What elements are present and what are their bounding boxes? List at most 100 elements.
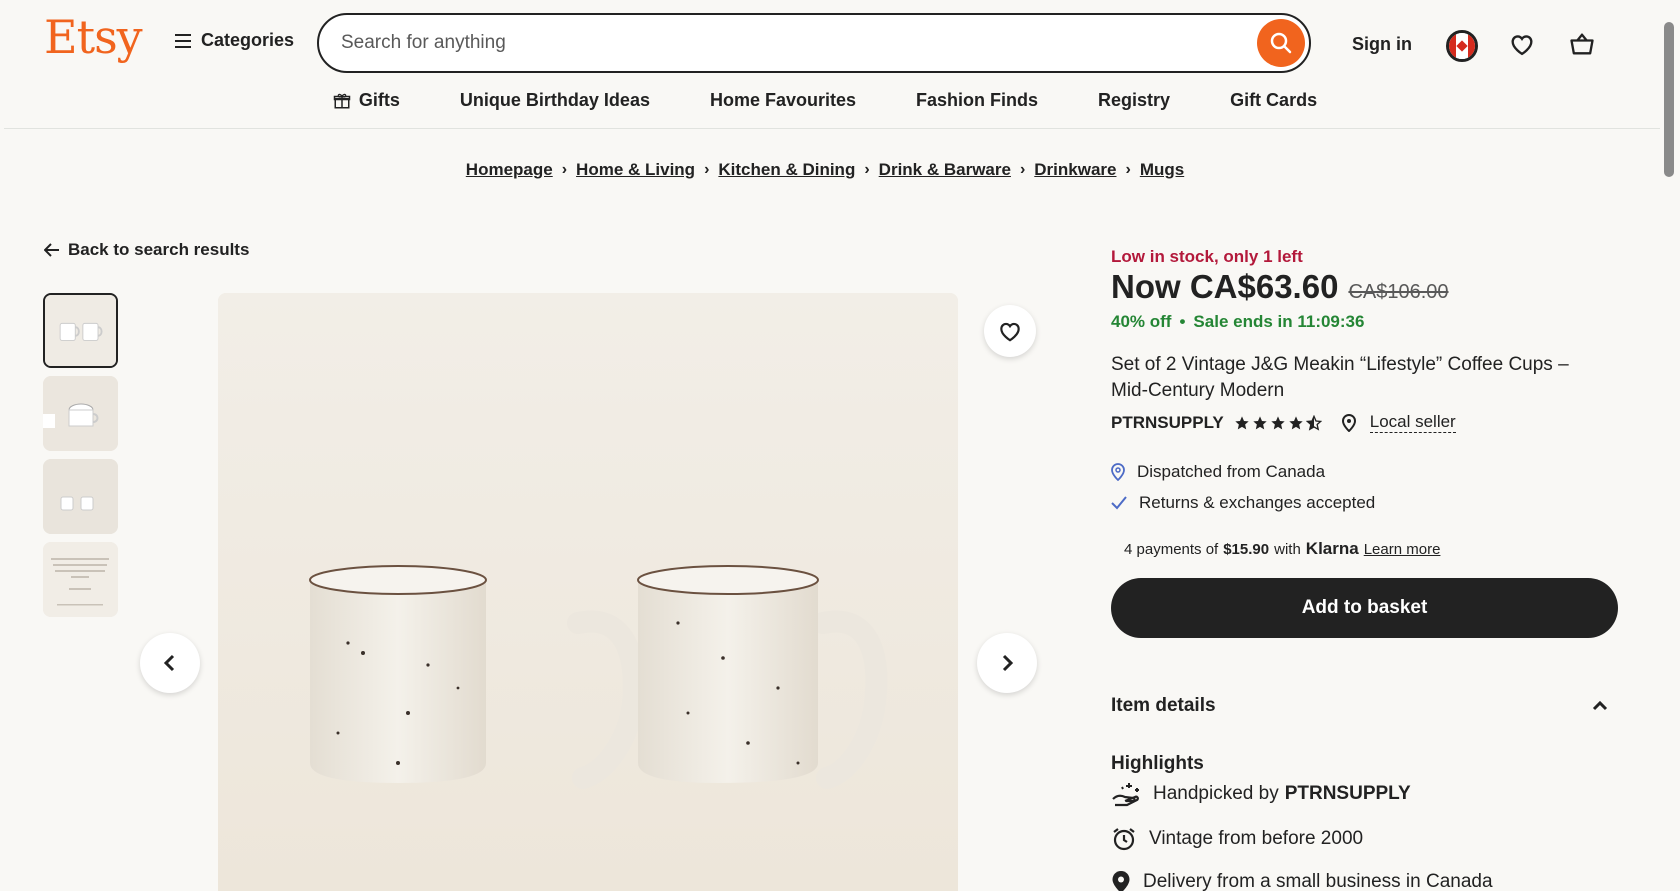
basket-icon [1570, 33, 1594, 55]
back-label: Back to search results [68, 240, 250, 259]
vintage-label: Vintage from before 2000 [1149, 828, 1364, 849]
breadcrumb-home-living[interactable]: Home & Living [576, 160, 695, 180]
menu-icon [175, 33, 191, 48]
local-seller-link[interactable]: Local seller [1369, 412, 1456, 433]
location-pin-icon [1341, 413, 1356, 432]
search-button[interactable] [1257, 19, 1305, 67]
nav-item-label: Registry [1098, 90, 1171, 110]
location-pin-icon [1112, 871, 1130, 891]
canada-flag-icon[interactable] [1446, 30, 1478, 62]
handpicked-prefix: Handpicked by [1153, 783, 1279, 804]
sale-countdown: Sale ends in 11:09:36 [1193, 312, 1365, 331]
nav-item-label: Gift Cards [1230, 90, 1318, 110]
breadcrumb: Homepage › Home & Living › Kitchen & Dinin… [0, 160, 1650, 180]
thumbnail-1[interactable] [43, 293, 118, 368]
highlight-delivery: Delivery from a small business in Canada [1111, 870, 1493, 891]
klarna-with: with [1274, 541, 1301, 558]
chevron-left-icon [163, 654, 175, 672]
price-row: Now CA$63.60 CA$106.00 [1111, 268, 1449, 306]
page-scrollbar-thumb[interactable] [1664, 22, 1674, 177]
nav-item-label: Unique Birthday Ideas [459, 90, 650, 110]
highlights-heading: Highlights [1111, 753, 1204, 774]
mugs-image [218, 293, 958, 891]
chevron-right-icon [1002, 654, 1014, 672]
klarna-installments: 4 payments of $15.90 with Klarna Learn m… [1124, 539, 1440, 559]
basket-button[interactable] [1568, 30, 1596, 58]
dot-separator: • [1179, 312, 1186, 331]
dispatch-label: Dispatched from Canada [1137, 462, 1326, 481]
nav-item-home-favourites[interactable]: Home Favourites [710, 90, 856, 111]
mugs-thumbnail-image [43, 376, 118, 451]
star-icon [1235, 415, 1249, 429]
categories-button[interactable]: Categories [175, 30, 294, 51]
checkmark-icon [1111, 496, 1127, 510]
nav-item-registry[interactable]: Registry [1098, 90, 1170, 111]
nav-item-label: Gifts [358, 90, 400, 110]
returns-info: Returns & exchanges accepted [1111, 493, 1375, 513]
breadcrumb-kitchen-dining[interactable]: Kitchen & Dining [718, 160, 855, 180]
mugs-thumbnail-image [45, 295, 116, 366]
chevron-right-icon: › [864, 161, 870, 178]
discount-label: 40% off [1111, 312, 1172, 331]
hand-sparkle-icon [1112, 783, 1139, 807]
location-pin-icon [1111, 463, 1125, 481]
search-input[interactable] [341, 32, 1257, 54]
dispatch-info: Dispatched from Canada [1111, 462, 1325, 482]
nav-item-label: Home Favourites [709, 90, 857, 110]
installment-amount: $15.90 [1223, 541, 1270, 558]
previous-image-button[interactable] [140, 633, 200, 693]
breadcrumb-drink-barware[interactable]: Drink & Barware [879, 160, 1011, 180]
chevron-right-icon: › [561, 161, 568, 178]
add-to-basket-button[interactable]: Add to basket [1111, 578, 1618, 638]
sale-info: 40% off • Sale ends in 11:09:36 [1111, 312, 1364, 332]
delivery-label: Delivery from a small business in Canada [1143, 871, 1493, 891]
thumbnail-2[interactable] [43, 376, 118, 451]
category-nav: Gifts Unique Birthday Ideas Home Favouri… [0, 90, 1650, 111]
learn-more-link[interactable]: Learn more [1364, 541, 1441, 558]
back-to-results-link[interactable]: Back to search results [44, 240, 249, 260]
product-image[interactable] [218, 293, 958, 891]
thumbnail-4[interactable] [43, 542, 118, 617]
item-details-toggle[interactable]: Item details [1111, 695, 1608, 717]
returns-label: Returns & exchanges accepted [1139, 493, 1376, 512]
mugs-thumbnail-image [43, 459, 118, 534]
chevron-up-icon [1592, 700, 1608, 711]
item-details-label: Item details [1111, 695, 1216, 716]
rating-stars[interactable] [1234, 414, 1322, 431]
highlight-vintage: Vintage from before 2000 [1111, 826, 1363, 852]
shop-name-link[interactable]: PTRNSUPPLY [1111, 413, 1224, 433]
current-price: Now CA$63.60 [1111, 268, 1339, 305]
star-icon [1271, 415, 1285, 429]
chevron-right-icon: › [704, 161, 710, 178]
arrow-left-icon [44, 243, 59, 257]
breadcrumb-drinkware[interactable]: Drinkware [1034, 160, 1116, 180]
heart-icon [1000, 322, 1020, 342]
chevron-right-icon: › [1019, 161, 1026, 178]
thumbnail-3[interactable] [43, 459, 118, 534]
nav-item-gifts[interactable]: Gifts [333, 90, 400, 111]
next-image-button[interactable] [977, 633, 1037, 693]
signin-link[interactable]: Sign in [1352, 34, 1412, 55]
search-icon [1270, 32, 1292, 54]
favorites-button[interactable] [1508, 30, 1536, 58]
half-star-icon [1305, 414, 1322, 431]
nav-item-fashion-finds[interactable]: Fashion Finds [916, 90, 1038, 111]
categories-label: Categories [201, 30, 295, 50]
nav-item-label: Fashion Finds [916, 90, 1039, 110]
gift-icon [333, 93, 351, 108]
favorite-listing-button[interactable] [984, 305, 1036, 357]
nav-item-gift-cards[interactable]: Gift Cards [1230, 90, 1317, 111]
heart-icon [1511, 35, 1533, 56]
star-icon [1289, 415, 1303, 429]
nav-item-birthday-ideas[interactable]: Unique Birthday Ideas [460, 90, 650, 111]
handpicked-shop[interactable]: PTRNSUPPLY [1285, 783, 1411, 805]
search-bar [317, 13, 1311, 73]
klarna-prefix: 4 payments of [1124, 541, 1219, 558]
klarna-logo: Klarna [1305, 539, 1359, 558]
original-price: CA$106.00 [1348, 281, 1449, 303]
breadcrumb-mugs[interactable]: Mugs [1140, 160, 1184, 180]
breadcrumb-homepage[interactable]: Homepage [466, 160, 553, 180]
promo-thumbnail-image [43, 542, 118, 617]
etsy-logo[interactable]: Etsy [44, 10, 143, 64]
star-icon [1253, 415, 1267, 429]
